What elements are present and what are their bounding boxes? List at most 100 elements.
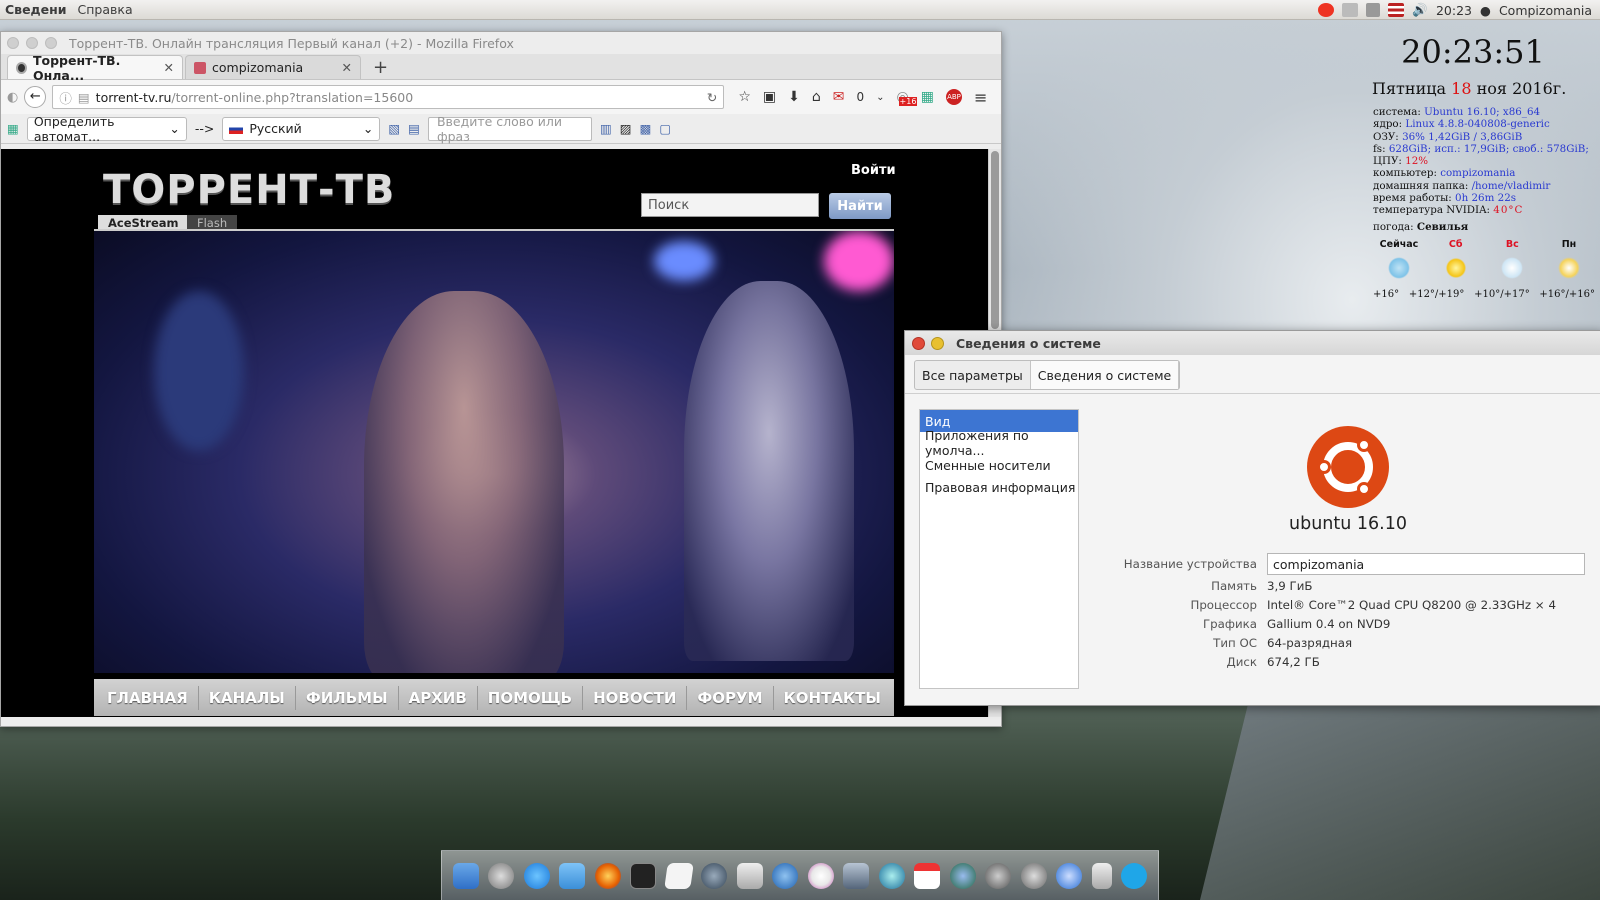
video-player[interactable] (94, 231, 894, 673)
window-title: Торрент-ТВ. Онлайн трансляция Первый кан… (69, 35, 514, 51)
timemachine-icon[interactable] (949, 862, 976, 889)
menu-help[interactable]: Справка (73, 2, 139, 17)
minimize-button[interactable] (26, 37, 38, 49)
maximize-button[interactable] (45, 37, 57, 49)
search-button[interactable]: Найти (829, 193, 891, 219)
info-icon[interactable]: ⓘ (59, 88, 72, 107)
site-logo[interactable]: ТОРРЕНТ-ТВ (103, 167, 395, 213)
compizomania-favicon-icon (194, 61, 206, 74)
close-button[interactable] (912, 336, 925, 350)
notification-icon[interactable] (1318, 3, 1335, 17)
music-icon[interactable] (807, 862, 834, 889)
tab-torrent-tv[interactable]: Торрент-ТВ. Онла... ✕ (7, 53, 183, 83)
nav-help[interactable]: ПОМОЩЬ (488, 689, 572, 707)
terminal-icon[interactable] (630, 862, 657, 889)
search-input[interactable]: Поиск (641, 193, 819, 217)
search-icon[interactable] (878, 862, 905, 889)
xcode-icon[interactable] (1020, 862, 1047, 889)
new-tab-icon[interactable]: + (363, 57, 398, 79)
thunderbird-icon[interactable] (772, 862, 799, 889)
nav-home[interactable]: ГЛАВНАЯ (107, 689, 188, 707)
settings-titlebar[interactable]: Сведения о системе (905, 331, 1600, 355)
firefox-titlebar[interactable]: Торрент-ТВ. Онлайн трансляция Первый кан… (1, 32, 1001, 54)
sidebar-item-legal[interactable]: Правовая информация (920, 476, 1078, 498)
top-panel: Сведени Справка 🔊 20:23 ● Compizomania (0, 0, 1600, 20)
nav-forum[interactable]: ФОРУМ (697, 689, 762, 707)
close-tab-icon[interactable]: ✕ (164, 60, 174, 75)
os-version: ubuntu 16.10 (1289, 514, 1407, 534)
nav-contacts[interactable]: КОНТАКТЫ (784, 689, 881, 707)
photos-icon[interactable] (843, 862, 870, 889)
text-editor-icon[interactable] (663, 862, 694, 889)
reader-icon[interactable]: ▣ (763, 89, 776, 105)
mail-icon[interactable] (736, 862, 763, 889)
download-icon[interactable]: ⬇ (788, 89, 800, 105)
nav-films[interactable]: ФИЛЬМЫ (306, 689, 388, 707)
translate-text-icon[interactable]: ▤ (408, 121, 420, 136)
history-icon[interactable]: ◐ (7, 90, 18, 105)
appstore-icon[interactable] (523, 862, 550, 889)
system-tray: 🔊 20:23 ● Compizomania (1318, 0, 1600, 20)
finder-icon[interactable] (452, 862, 479, 889)
sun-cloud-icon (1557, 257, 1580, 280)
user-menu[interactable]: Compizomania (1499, 3, 1592, 18)
firefox-icon[interactable] (594, 862, 621, 889)
calendar-icon[interactable] (914, 862, 941, 889)
dock (441, 850, 1159, 900)
steam-icon[interactable] (701, 862, 728, 889)
login-link[interactable]: Войти (851, 163, 896, 178)
nav-archive[interactable]: АРХИВ (409, 689, 467, 707)
session-icon[interactable]: ● (1480, 3, 1491, 18)
url-bar[interactable]: ⓘ ▤ torrent-tv.ru/torrent-online.php?tra… (52, 85, 725, 109)
system-settings-window: Сведения о системе Все параметры Сведени… (904, 330, 1600, 706)
system-details: Название устройства compizomania Память 3,… (1105, 552, 1585, 671)
skype-icon[interactable] (1121, 862, 1148, 889)
settings-icon[interactable] (985, 862, 1012, 889)
bookmark-star-icon[interactable]: ☆ (738, 89, 751, 105)
sun-icon (1444, 257, 1467, 280)
nav-channels[interactable]: КАНАЛЫ (209, 689, 285, 707)
copy-icon[interactable]: ▢ (659, 121, 671, 136)
trash-icon[interactable] (1091, 862, 1112, 889)
clock[interactable]: 20:23 (1436, 3, 1472, 18)
translate-page-icon[interactable]: ▧ (388, 121, 400, 136)
back-button[interactable]: ← (24, 86, 47, 108)
minimize-button[interactable] (931, 336, 944, 350)
clipboard-icon[interactable]: ▨ (620, 121, 632, 136)
target-language-select[interactable]: Русский ⌄ (222, 116, 381, 141)
files-icon[interactable] (559, 862, 586, 889)
menu-app[interactable]: Сведени (0, 2, 73, 17)
keyboard-layout-flag-icon[interactable] (1388, 3, 1405, 17)
chevron-down-icon[interactable]: ⌄ (876, 92, 884, 103)
gmail-icon[interactable]: ✉ (833, 89, 845, 105)
mail-count[interactable]: 0 (857, 90, 865, 104)
breadcrumb: Все параметры Сведения о системе (914, 360, 1181, 390)
launchpad-icon[interactable] (488, 862, 515, 889)
adblock-icon[interactable]: ABP (945, 89, 962, 105)
translate-icon[interactable]: ▦ (7, 121, 19, 136)
breadcrumb-current[interactable]: Сведения о системе (1030, 361, 1180, 389)
network-icon[interactable] (1366, 3, 1381, 17)
nav-news[interactable]: НОВОСТИ (593, 689, 676, 707)
reload-icon[interactable]: ↻ (707, 90, 717, 105)
volume-icon[interactable]: 🔊 (1412, 2, 1428, 18)
translate-input[interactable]: Введите слово или фраз (427, 114, 592, 144)
device-name-field[interactable]: compizomania (1267, 553, 1585, 575)
details-sidebar: Вид Приложения по умолча... Сменные носи… (919, 409, 1079, 689)
close-tab-icon[interactable]: ✕ (342, 60, 352, 75)
translate-addon-icon[interactable]: ▦ (921, 89, 934, 105)
all-settings-button[interactable]: Все параметры (915, 361, 1031, 389)
snow-cloud-icon (1501, 257, 1524, 280)
tool-icon[interactable]: ▩ (640, 121, 652, 136)
indicator-icon[interactable] (1342, 3, 1359, 17)
menu-icon[interactable]: ≡ (974, 88, 987, 107)
close-button[interactable] (7, 37, 19, 49)
addon-badge-icon[interactable]: ◎+16 (897, 89, 918, 106)
window-title: Сведения о системе (956, 335, 1101, 351)
updater-icon[interactable] (1056, 862, 1083, 889)
home-icon[interactable]: ⌂ (812, 89, 821, 105)
source-language-select[interactable]: Определить автомат... ⌄ (26, 114, 187, 144)
dictionary-icon[interactable]: ▥ (600, 121, 612, 136)
sidebar-item-default-apps[interactable]: Приложения по умолча... (920, 428, 1078, 458)
tab-compizomania[interactable]: compizomania ✕ (185, 55, 361, 79)
